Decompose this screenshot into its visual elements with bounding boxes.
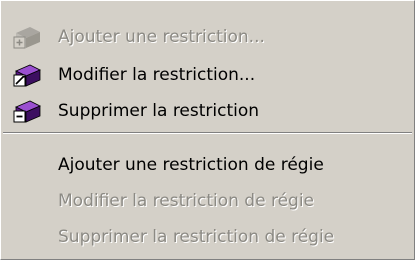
menu-item-label: Ajouter une restriction... — [58, 27, 265, 47]
menu-item-label: Modifier la restriction de régie — [58, 191, 315, 211]
menu-item-add-regie-restriction[interactable]: Ajouter une restriction de régie — [1, 147, 414, 183]
menu-separator — [3, 132, 412, 134]
menu-item-edit-restriction[interactable]: Modifier la restriction... — [1, 57, 414, 93]
menu-item-label: Supprimer la restriction de régie — [58, 227, 335, 247]
menu-item-label: Supprimer la restriction — [58, 101, 260, 121]
menu-item-add-restriction[interactable]: Ajouter une restriction... — [1, 19, 414, 55]
menu-item-label: Modifier la restriction... — [58, 65, 256, 85]
menu-item-edit-regie-restriction[interactable]: Modifier la restriction de régie — [1, 183, 414, 219]
context-menu: Ajouter une restriction... Modifier la r… — [0, 0, 415, 260]
menu-item-delete-regie-restriction[interactable]: Supprimer la restriction de régie — [1, 219, 414, 255]
edit-restriction-icon — [13, 64, 41, 87]
menu-item-label: Ajouter une restriction de régie — [58, 155, 324, 175]
menu-item-delete-restriction[interactable]: Supprimer la restriction — [1, 93, 414, 129]
delete-restriction-icon — [13, 100, 41, 123]
add-restriction-icon — [13, 27, 40, 49]
